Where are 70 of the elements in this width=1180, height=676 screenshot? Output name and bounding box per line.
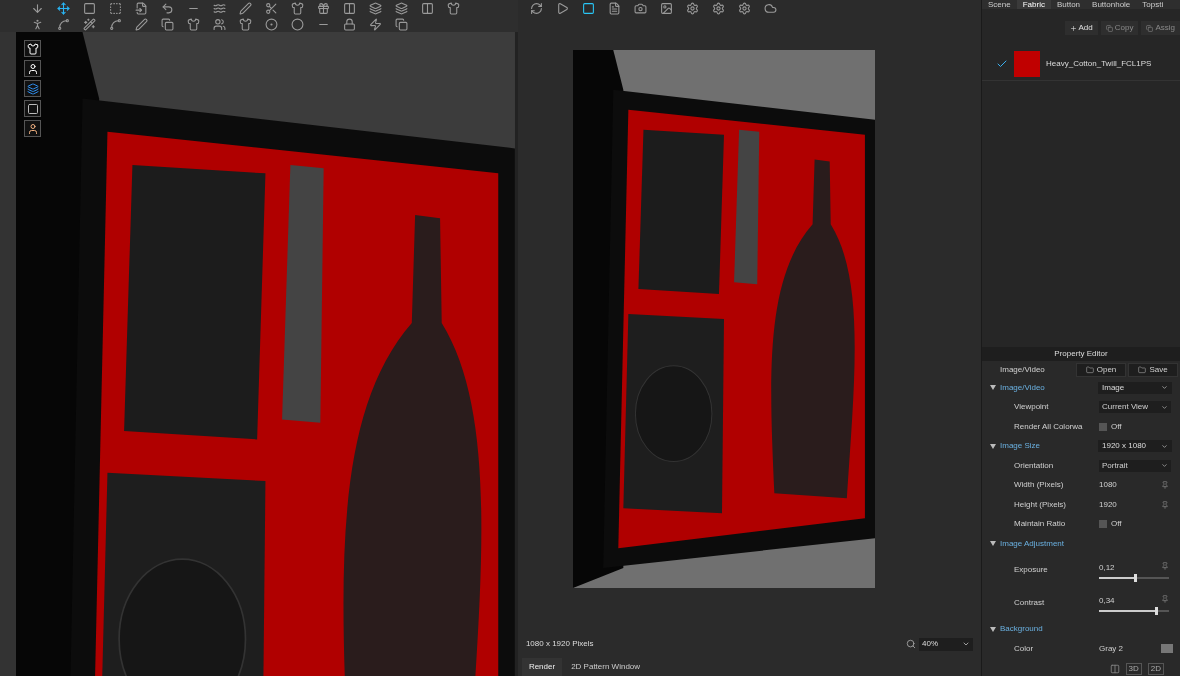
view-button[interactable]: 3D xyxy=(1125,663,1142,675)
property-label: Color xyxy=(1014,642,1035,655)
section-dropdown[interactable]: 1920 x 1080 xyxy=(1098,440,1172,453)
pin-icon[interactable] xyxy=(1161,500,1169,509)
section-title: Image/Video xyxy=(1000,381,1046,394)
property-label: Width (Pixels) xyxy=(1014,479,1065,492)
property-label: Height (Pixels) xyxy=(1014,498,1067,511)
property-value: 0,12 xyxy=(1099,561,1115,574)
expand-caret-icon[interactable] xyxy=(990,443,996,449)
property-value: 0,34 xyxy=(1099,594,1115,607)
copy-icon xyxy=(1146,24,1154,32)
property-value: 1080 xyxy=(1099,479,1117,492)
object-tab[interactable]: Button xyxy=(1050,0,1087,9)
fabric-name: Heavy_Cotton_Twill_FCL1PS xyxy=(1046,57,1152,70)
file-button[interactable]: Open xyxy=(1076,362,1126,377)
object-tab[interactable]: Topsti xyxy=(1136,0,1170,9)
caret-icon xyxy=(1161,442,1168,450)
folder-icon xyxy=(1085,365,1094,374)
zoom-dropdown[interactable]: 40% xyxy=(919,637,973,651)
property-value: Gray 2 xyxy=(1099,642,1123,655)
copy-icon xyxy=(1105,24,1113,32)
property-dropdown[interactable]: Portrait xyxy=(1099,459,1171,472)
property-label: Exposure xyxy=(1014,564,1049,576)
caret-icon xyxy=(1161,403,1168,411)
slider-track[interactable] xyxy=(1099,609,1169,612)
avatar-icon[interactable] xyxy=(24,120,41,137)
zoom-icon xyxy=(906,639,916,649)
caret-icon xyxy=(1161,462,1168,470)
pin-icon[interactable] xyxy=(1161,481,1169,490)
slider-track[interactable] xyxy=(1099,576,1169,579)
expand-caret-icon[interactable] xyxy=(990,385,996,391)
image-size-status: 1080 x 1920 Pixels xyxy=(525,638,594,650)
file-button[interactable]: Save xyxy=(1128,362,1178,377)
fabric-action-button[interactable]: Add xyxy=(1064,21,1098,35)
property-label: Contrast xyxy=(1014,597,1046,609)
expand-caret-icon[interactable] xyxy=(990,626,996,632)
expand-caret-icon[interactable] xyxy=(990,541,996,547)
panel-tab[interactable]: 2D Pattern Window xyxy=(564,658,648,676)
pin-icon[interactable] xyxy=(1161,561,1169,570)
split-view-icon[interactable] xyxy=(1109,664,1120,674)
section-title: Image Adjustment xyxy=(1000,537,1066,550)
checkbox[interactable] xyxy=(1099,520,1107,529)
object-tab[interactable]: Fabric xyxy=(1016,0,1051,9)
property-label: Maintain Ratio xyxy=(1014,518,1067,531)
checkbox-label: Off xyxy=(1111,518,1122,531)
color-swatch[interactable] xyxy=(1161,644,1173,654)
caret-icon xyxy=(1161,384,1168,392)
property-label: Orientation xyxy=(1014,459,1055,472)
section-dropdown[interactable]: Image xyxy=(1098,381,1172,394)
shirt-icon[interactable] xyxy=(24,40,41,57)
view-button[interactable]: 2D xyxy=(1147,663,1164,675)
property-editor-header: Property Editor xyxy=(982,347,1180,361)
plus-icon xyxy=(1069,24,1077,32)
object-tab[interactable]: Buttonhole xyxy=(1086,0,1137,9)
fabric-item[interactable]: Heavy_Cotton_Twill_FCL1PS xyxy=(982,47,1180,81)
object-tab[interactable]: Scene xyxy=(982,0,1017,9)
property-dropdown[interactable]: Current View xyxy=(1099,401,1171,414)
editor-label: Image/Video xyxy=(1000,363,1046,376)
section-title: Background xyxy=(1000,623,1044,636)
person-icon[interactable] xyxy=(24,60,41,77)
folder-icon xyxy=(1138,365,1147,374)
property-label: Viewpoint xyxy=(1014,401,1050,414)
property-value: 1920 xyxy=(1099,498,1117,511)
pin-icon[interactable] xyxy=(1161,594,1169,603)
section-title: Image Size xyxy=(1000,440,1042,453)
property-label: Render All Colorwa xyxy=(1014,420,1084,433)
panel-tab[interactable]: Render xyxy=(521,658,563,676)
caret-icon xyxy=(962,640,970,648)
checkbox[interactable] xyxy=(1099,422,1107,431)
checkbox-label: Off xyxy=(1111,420,1122,433)
